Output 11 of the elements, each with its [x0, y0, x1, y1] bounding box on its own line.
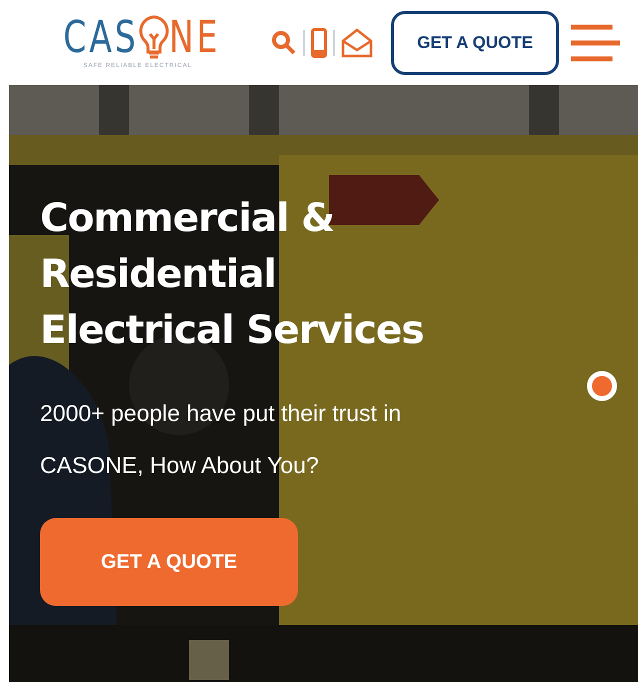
quote-button[interactable]: GET A QUOTE [391, 10, 559, 74]
hero-text: CASONE, How About You? [40, 451, 320, 480]
logo-text: CAS [63, 16, 139, 60]
hero-text: 2000+ people have put their trust in [40, 399, 402, 428]
hero-heading: Commercial & [40, 195, 336, 243]
phone-icon[interactable] [311, 28, 328, 58]
hero-heading: Electrical Services [40, 307, 425, 355]
hero-heading: Residential [40, 251, 277, 299]
search-icon[interactable] [271, 30, 298, 56]
logo-text: NE [168, 16, 220, 60]
envelope-icon[interactable] [341, 28, 374, 58]
